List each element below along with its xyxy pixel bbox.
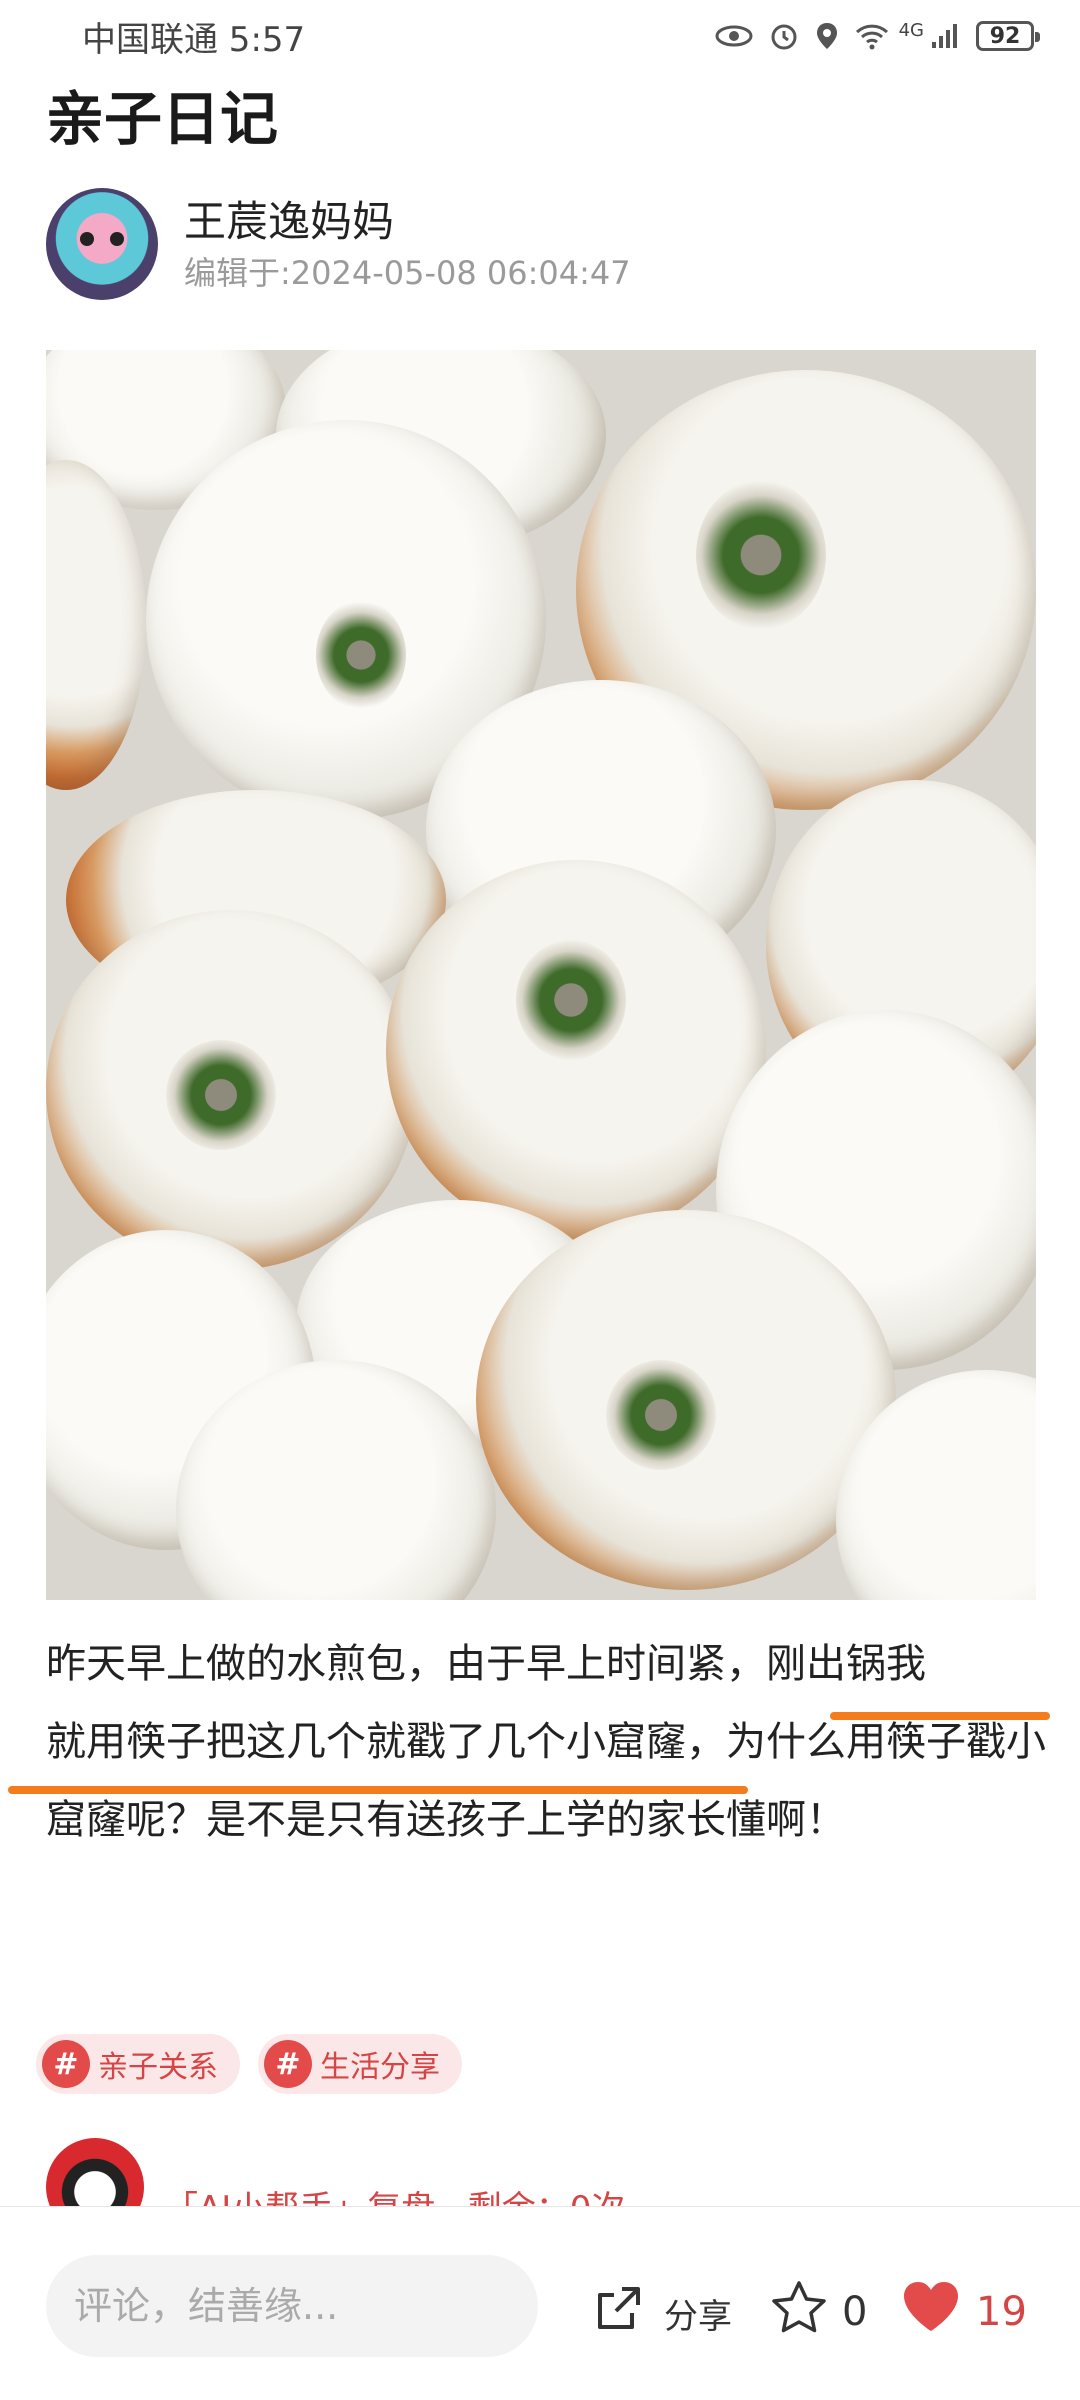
tag-label: 亲子关系 <box>98 2050 218 2085</box>
tag-life-sharing[interactable]: # 生活分享 <box>258 2034 462 2094</box>
edit-timestamp: 编辑于:2024-05-08 06:04:47 <box>184 254 631 292</box>
heart-icon <box>900 2279 962 2344</box>
tag-label: 生活分享 <box>320 2050 440 2085</box>
like-count: 19 <box>976 2288 1027 2335</box>
author-header[interactable]: 王莀逸妈妈 编辑于:2024-05-08 06:04:47 <box>46 188 631 300</box>
article-text: 昨天早上做的水煎包，由于早上时间紧，刚出锅我 就用筷子把这几个就戳了几个小窟窿，… <box>46 1625 1046 1859</box>
article-highlight-2: 就用筷子把这几个就戳了几个小窟窿 <box>46 1719 686 1765</box>
location-icon <box>815 21 839 51</box>
eye-icon <box>715 24 753 48</box>
hashtag-icon: # <box>264 2040 312 2088</box>
alarm-icon <box>769 21 799 51</box>
star-icon <box>770 2279 828 2344</box>
status-icons: 4G 92 <box>715 19 1040 51</box>
favorite-count: 0 <box>842 2288 868 2335</box>
favorite-button[interactable]: 0 <box>770 2279 867 2344</box>
hashtag-icon: # <box>42 2040 90 2088</box>
bottom-action-bar: 分享 0 19 <box>0 2206 1080 2400</box>
avatar[interactable] <box>46 188 158 300</box>
highlight-underline-2 <box>8 1786 748 1794</box>
article-highlight-1: 刚出锅我 <box>766 1641 926 1687</box>
article-text-start: 昨天早上做的水煎包，由于早上时间紧， <box>46 1641 766 1687</box>
carrier-time: 中国联通 5:57 <box>82 19 306 60</box>
share-label: 分享 <box>664 2297 732 2337</box>
status-bar: 中国联通 5:57 4G 92 <box>0 0 1080 72</box>
comment-input[interactable] <box>46 2255 538 2357</box>
tag-list: # 亲子关系 # 生活分享 <box>36 2034 462 2094</box>
signal-icon <box>930 22 960 50</box>
share-button[interactable]: 分享 <box>592 2283 732 2344</box>
battery-icon: 92 <box>976 21 1040 51</box>
share-icon <box>592 2283 644 2344</box>
post-photo[interactable] <box>46 350 1036 1600</box>
tag-parenting[interactable]: # 亲子关系 <box>36 2034 240 2094</box>
like-button[interactable]: 19 <box>900 2279 1027 2344</box>
author-name[interactable]: 王莀逸妈妈 <box>184 193 631 251</box>
page-title: 亲子日记 <box>46 85 279 153</box>
highlight-underline-1 <box>830 1712 1050 1720</box>
network-type: 4G <box>898 19 924 41</box>
wifi-icon <box>855 22 889 50</box>
